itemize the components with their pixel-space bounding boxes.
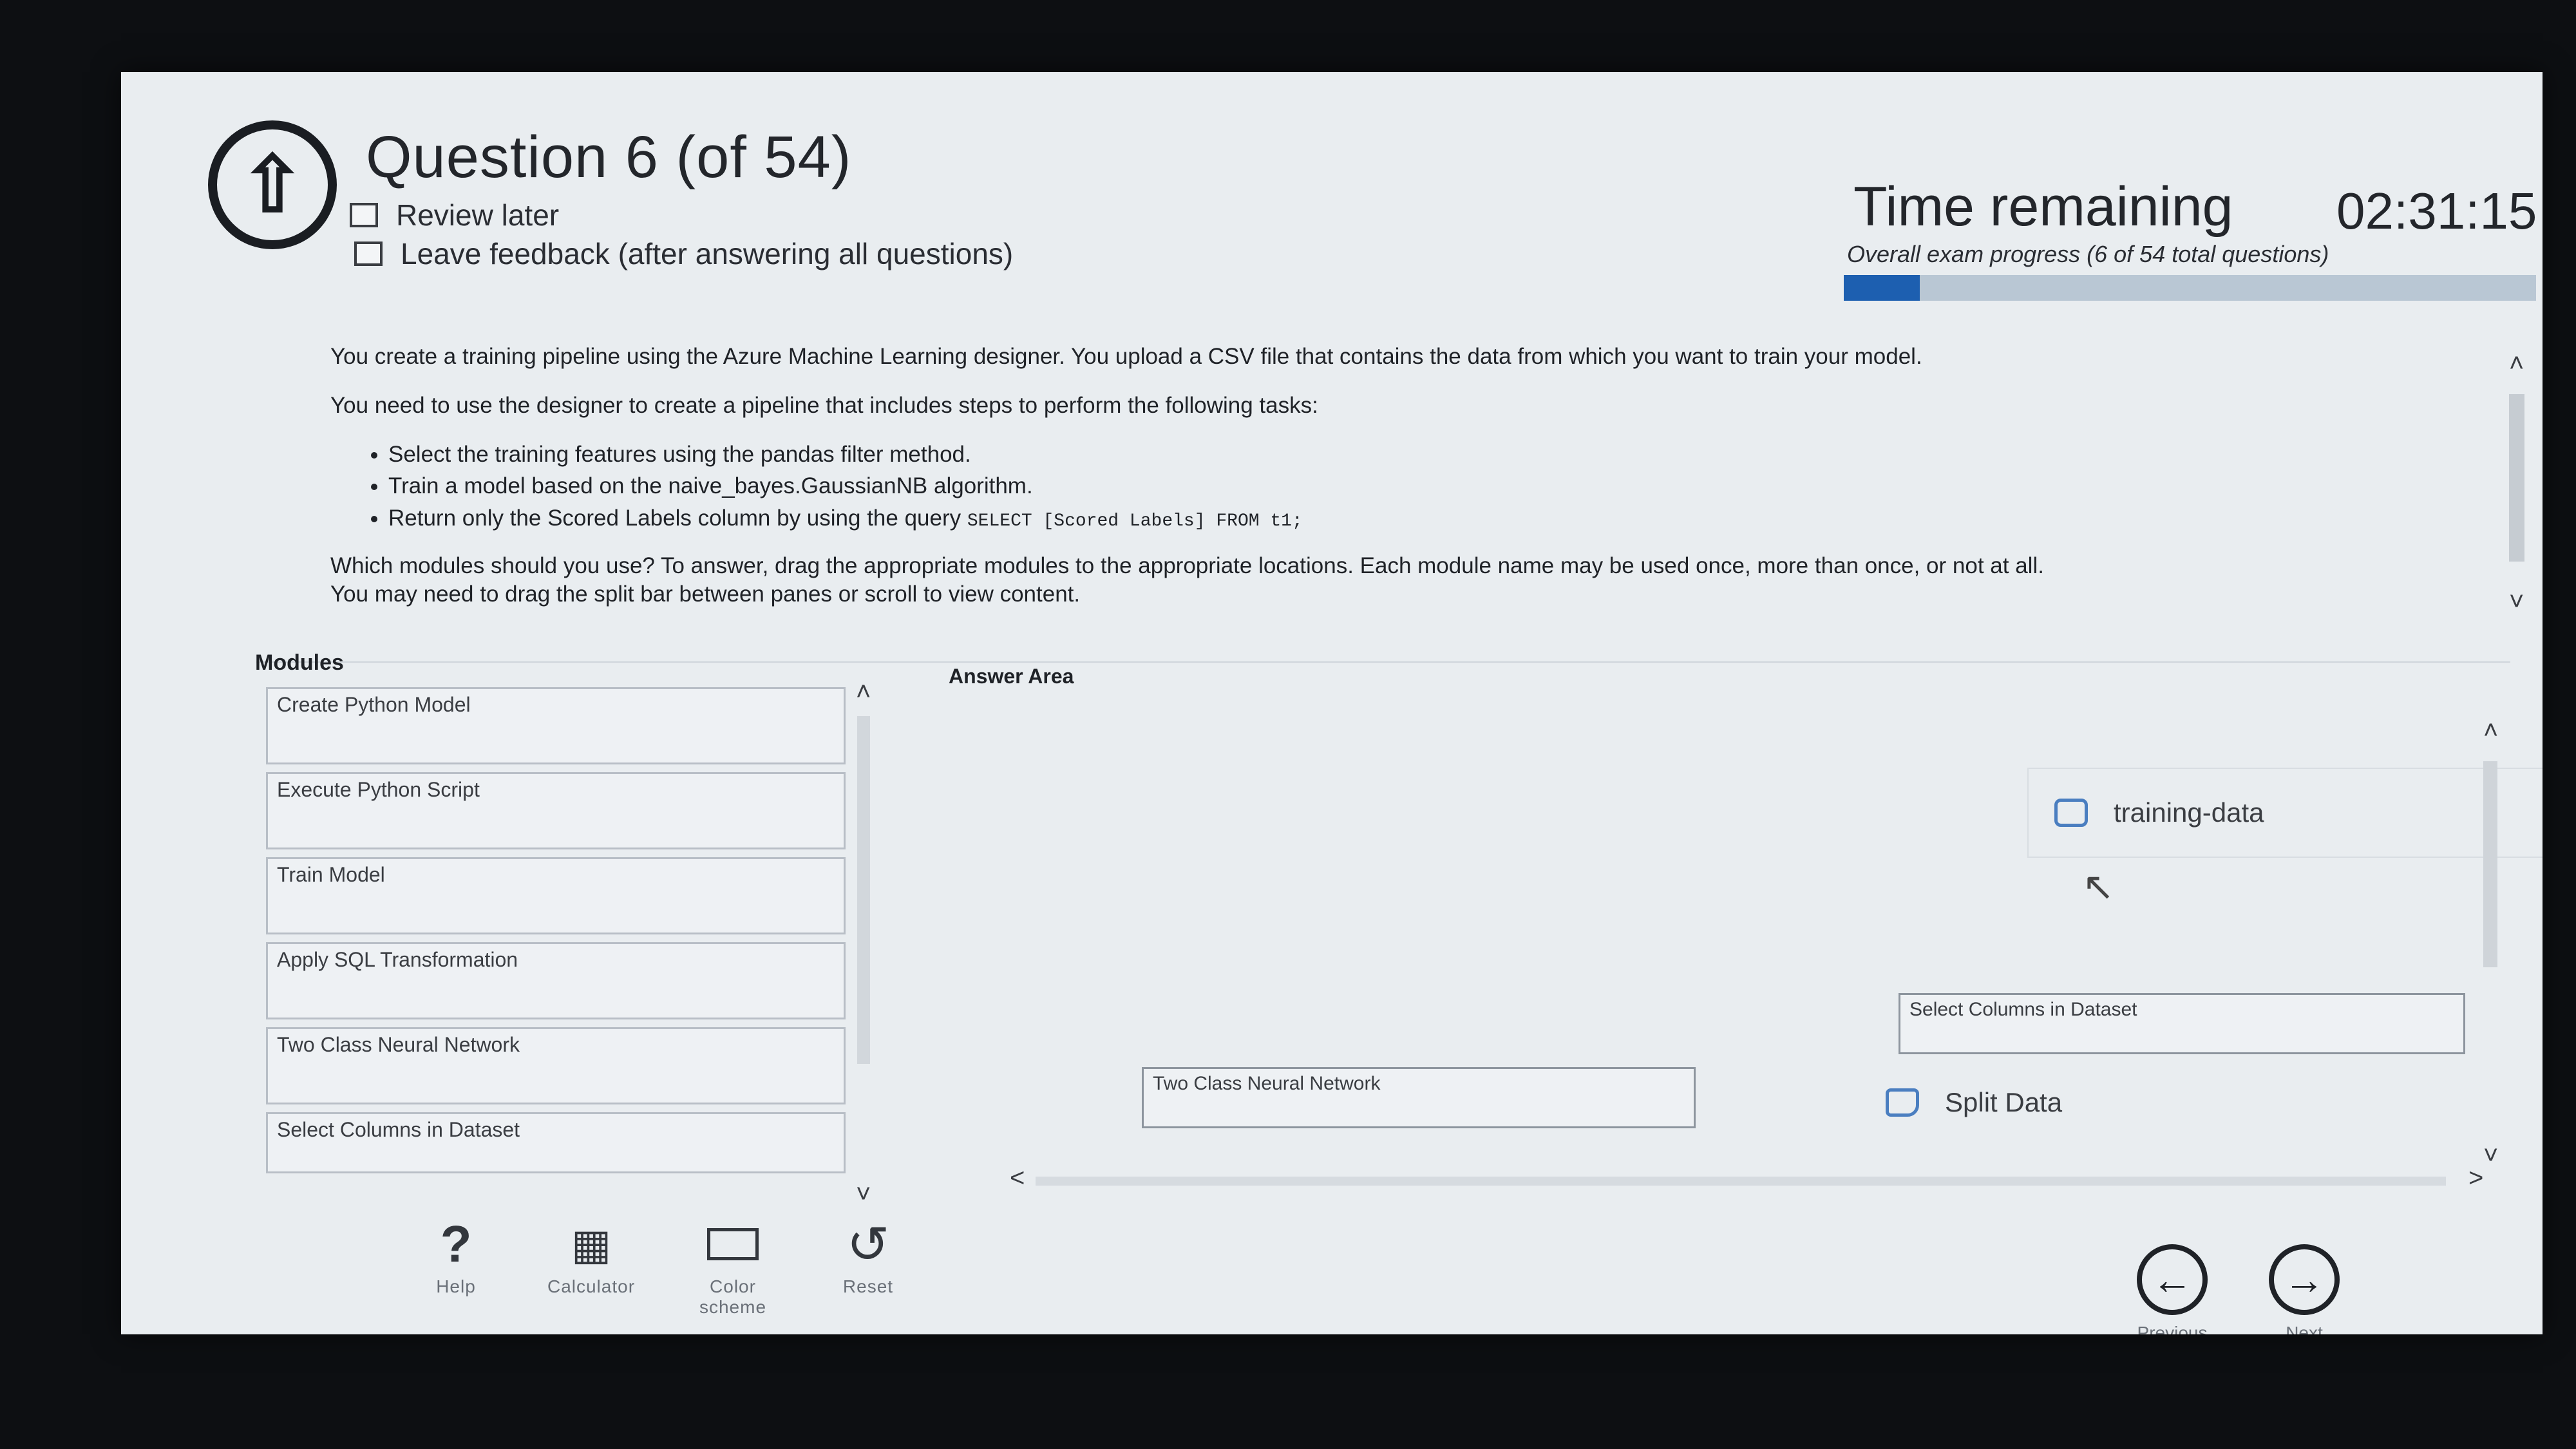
chevron-up-icon[interactable]: ˄: [856, 677, 871, 706]
scroll-thumb[interactable]: [2509, 394, 2524, 562]
next-label: Next: [2286, 1323, 2323, 1334]
question-scrollbar[interactable]: ˄ ˅: [2504, 349, 2530, 620]
monitor-icon: [707, 1212, 759, 1276]
chevron-up-icon[interactable]: ˄: [2483, 716, 2498, 745]
task-list: Select the training features using the p…: [388, 440, 2488, 533]
exam-progress-bar: [1844, 275, 2536, 301]
time-remaining-label: Time remaining: [1853, 176, 2233, 238]
pane-divider: [256, 661, 2510, 663]
color-scheme-button[interactable]: Color scheme: [672, 1212, 794, 1318]
color-scheme-label: Color scheme: [699, 1276, 767, 1317]
back-arrow-icon: ⇧: [240, 142, 305, 228]
modules-list: Create Python Model Execute Python Scrip…: [266, 687, 846, 1181]
module-two-class-neural-network[interactable]: Two Class Neural Network: [266, 1027, 846, 1104]
drop-target-two-class[interactable]: Two Class Neural Network: [1142, 1067, 1696, 1128]
reset-button[interactable]: ↺ Reset: [807, 1212, 929, 1297]
mouse-cursor-icon: ↖: [2082, 865, 2115, 908]
modules-scrollbar[interactable]: ˄ ˅: [852, 677, 878, 1218]
question-title: Question 6 (of 54): [366, 124, 852, 190]
task-item: Select the training features using the p…: [388, 440, 2488, 469]
review-later-label: Review later: [396, 198, 560, 232]
exam-progress-fill: [1844, 275, 1920, 301]
scroll-thumb[interactable]: [1036, 1177, 2446, 1186]
reset-label: Reset: [842, 1276, 894, 1296]
exam-progress-label: Overall exam progress (6 of 54 total que…: [1847, 241, 2329, 267]
calculator-button[interactable]: ▦ Calculator: [530, 1212, 652, 1297]
module-apply-sql-transformation[interactable]: Apply SQL Transformation: [266, 942, 846, 1019]
chevron-left-icon[interactable]: ˂: [1010, 1164, 1025, 1193]
module-create-python-model[interactable]: Create Python Model: [266, 687, 846, 764]
help-label: Help: [436, 1276, 476, 1296]
arrow-left-icon: ←: [2137, 1244, 2208, 1315]
calculator-icon: ▦: [571, 1220, 612, 1268]
task-item: Return only the Scored Labels column by …: [388, 504, 2488, 533]
leave-feedback-row[interactable]: Leave feedback (after answering all ques…: [354, 236, 1013, 271]
sql-query: SELECT [Scored Labels] FROM t1;: [967, 511, 1303, 531]
review-later-row[interactable]: Review later: [350, 198, 559, 232]
help-button[interactable]: ? Help: [395, 1212, 517, 1297]
instructions: Which modules should you use? To answer,…: [330, 553, 2044, 578]
drop-target-select-columns[interactable]: Select Columns in Dataset: [1899, 993, 2465, 1054]
leave-feedback-label: Leave feedback (after answering all ques…: [401, 237, 1014, 270]
calculator-label: Calculator: [547, 1276, 636, 1296]
question-paragraph: You need to use the designer to create a…: [330, 392, 1318, 418]
answer-area-heading: Answer Area: [949, 665, 1074, 688]
leave-feedback-checkbox[interactable]: [354, 242, 383, 266]
database-icon: [1886, 1088, 1919, 1117]
previous-label: Previous: [2137, 1323, 2208, 1334]
question-body: You create a training pipeline using the…: [330, 343, 2488, 609]
previous-button[interactable]: ← Previous: [2108, 1244, 2237, 1334]
task-item: Train a model based on the naive_bayes.G…: [388, 472, 2488, 500]
module-train-model[interactable]: Train Model: [266, 857, 846, 934]
module-execute-python-script[interactable]: Execute Python Script: [266, 772, 846, 849]
modules-heading: Modules: [255, 650, 344, 675]
task-text: Return only the Scored Labels column by …: [388, 506, 961, 531]
reset-icon: ↺: [846, 1215, 890, 1273]
split-data-node: Split Data: [1886, 1080, 2062, 1125]
next-button[interactable]: → Next: [2240, 1244, 2369, 1334]
training-data-node: training-data: [2027, 768, 2543, 858]
module-select-columns[interactable]: Select Columns in Dataset: [266, 1112, 846, 1173]
review-later-checkbox[interactable]: [350, 203, 378, 227]
back-button[interactable]: ⇧: [208, 120, 337, 249]
split-data-label: Split Data: [1945, 1087, 2063, 1117]
scroll-thumb[interactable]: [2483, 761, 2497, 967]
exam-screen: ⇧ Question 6 (of 54) Review later Leave …: [121, 72, 2543, 1334]
question-paragraph: You create a training pipeline using the…: [330, 344, 1922, 369]
instructions-scroll-hint: You may need to drag the split bar betwe…: [330, 581, 1081, 607]
question-mark-icon: ?: [440, 1215, 472, 1273]
scroll-thumb[interactable]: [857, 716, 870, 1064]
chevron-up-icon[interactable]: ˄: [2509, 349, 2524, 378]
chevron-down-icon[interactable]: ˅: [2509, 587, 2524, 616]
answer-horizontal-scrollbar[interactable]: ˂ ˃: [1010, 1164, 2491, 1192]
chevron-down-icon[interactable]: ˅: [2483, 1141, 2498, 1170]
database-icon: [2054, 799, 2088, 827]
answer-area: training-data ↖ Select Columns in Datase…: [913, 710, 2543, 1225]
training-data-label: training-data: [2114, 797, 2264, 828]
time-remaining-value: 02:31:15: [2336, 182, 2537, 240]
chevron-down-icon[interactable]: ˅: [856, 1180, 871, 1209]
arrow-right-icon: →: [2269, 1244, 2340, 1315]
answer-vertical-scrollbar[interactable]: ˄ ˅: [2478, 716, 2504, 1231]
